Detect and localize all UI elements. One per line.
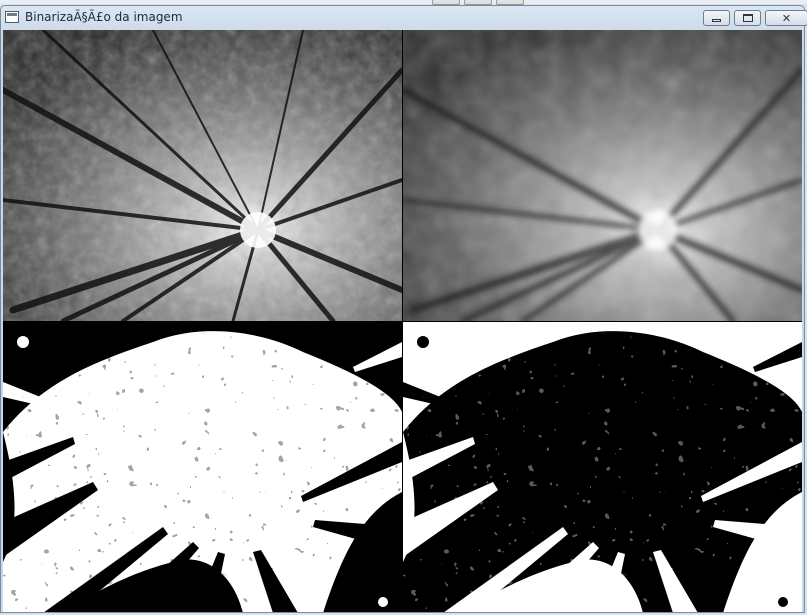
minimize-icon [712, 19, 721, 22]
original-grayscale-image [3, 30, 402, 321]
taskbar-strip [0, 0, 807, 5]
blurred-grayscale-image [403, 30, 802, 321]
maximize-icon [742, 14, 753, 22]
image-display-area [3, 30, 802, 612]
app-window: BinarizaÃ§Ã£o da imagem ✕ [0, 5, 807, 613]
window-title: BinarizaÃ§Ã£o da imagem [25, 10, 183, 24]
app-window-icon[interactable] [5, 11, 19, 23]
close-icon: ✕ [781, 11, 792, 25]
close-button[interactable]: ✕ [765, 10, 807, 26]
title-bar[interactable]: BinarizaÃ§Ã£o da imagem ✕ [1, 6, 807, 30]
minimize-button[interactable] [703, 10, 730, 26]
binary-inverted-image [403, 322, 802, 612]
binary-threshold-image [3, 322, 402, 612]
maximize-button[interactable] [734, 10, 761, 26]
